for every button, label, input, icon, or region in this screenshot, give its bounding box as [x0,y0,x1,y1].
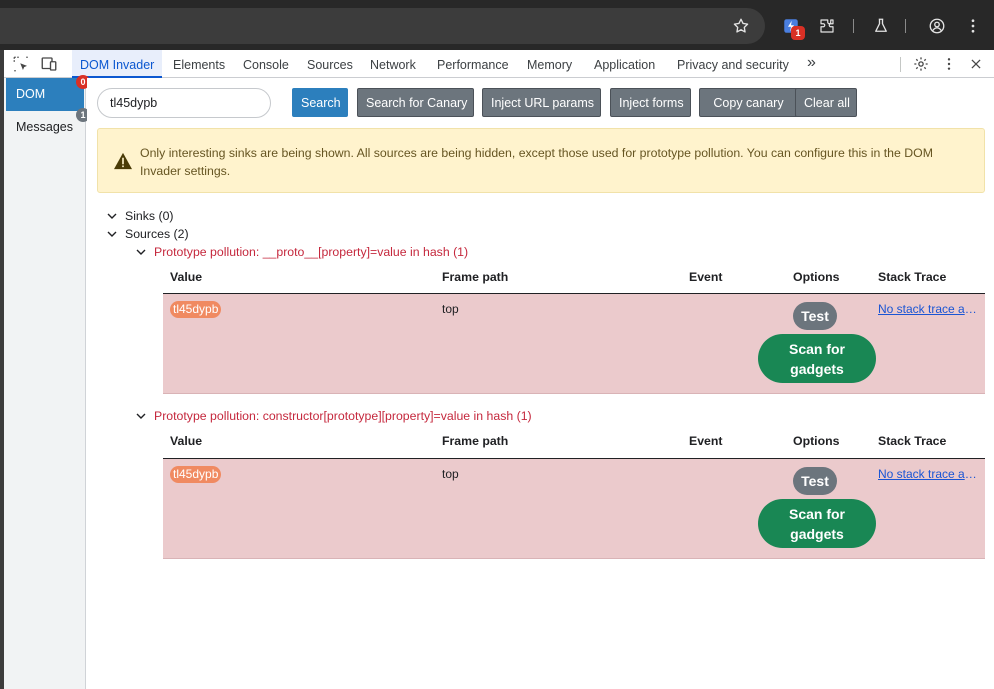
clear-all-button[interactable]: Clear all [795,88,857,117]
tab-console[interactable]: Console [243,50,289,78]
canary-value-badge: tl45dypb [170,466,222,483]
column-header-frame-path: Frame path [442,270,509,284]
warning-icon [114,152,132,170]
devtools-menu-icon[interactable] [940,55,958,73]
copy-canary-button[interactable]: Copy canary [699,88,798,117]
stack-trace-link[interactable]: No stack trace available [878,467,978,481]
bookmark-star-icon[interactable] [729,14,753,38]
table-row: tl45dypb top Test Scan for gadgets No st… [163,459,985,559]
column-header-options: Options [793,270,840,284]
tab-performance[interactable]: Performance [437,50,509,78]
extension-badge: 1 [791,26,805,40]
column-header-event: Event [689,434,723,448]
device-toolbar-icon[interactable] [40,55,58,73]
column-header-event: Event [689,270,723,284]
tab-elements[interactable]: Elements [173,50,225,78]
scan-gadgets-button[interactable]: Scan for gadgets [758,334,876,383]
column-header-stack-trace: Stack Trace [878,270,947,284]
source-group-2[interactable]: Prototype pollution: constructor[prototy… [136,407,532,425]
sources-tree-item[interactable]: Sources (2) [107,225,189,243]
tab-sources[interactable]: Sources [307,50,353,78]
tab-dom-invader[interactable]: DOM Invader [72,50,163,78]
canary-value-badge: tl45dypb [170,301,222,318]
test-button[interactable]: Test [793,467,837,495]
search-button[interactable]: Search [292,88,348,117]
sidebar-item-dom[interactable]: DOM 0 [6,75,90,111]
sinks-tree-item[interactable]: Sinks (0) [107,207,174,225]
chevron-down-icon [136,413,146,419]
close-devtools-icon[interactable] [967,55,985,73]
address-bar[interactable] [0,8,765,44]
tab-privacy-security[interactable]: Privacy and security [677,50,789,78]
devtools-tab-bar: DOM Invader Elements Console Sources Net… [0,50,994,78]
toolbar-separator [905,19,906,33]
alert-message: Only interesting sinks are being shown. … [140,146,933,178]
tab-memory[interactable]: Memory [527,50,572,78]
search-canary-button[interactable]: Search for Canary [357,88,474,117]
sidebar-item-messages[interactable]: Messages 1 [6,108,90,144]
burp-extension-icon[interactable]: 1 [779,14,805,40]
settings-gear-icon[interactable] [912,55,930,73]
column-header-value: Value [170,434,203,448]
window-edge [0,50,4,78]
sinks-label: Sinks (0) [125,209,174,223]
sidebar-item-label: DOM [16,87,46,101]
tab-bar-separator [900,57,901,72]
source-title: Prototype pollution: __proto__[property]… [154,245,469,259]
toolbar-separator [853,19,854,33]
test-button[interactable]: Test [793,302,837,330]
frame-path-cell: top [442,302,459,316]
search-input[interactable] [97,88,271,118]
table-row: tl45dypb top Test Scan for gadgets No st… [163,294,985,394]
info-alert: Only interesting sinks are being shown. … [97,128,985,193]
inject-forms-button[interactable]: Inject forms [610,88,691,117]
source-group-1[interactable]: Prototype pollution: __proto__[property]… [136,243,468,261]
tab-application[interactable]: Application [594,50,655,78]
labs-flask-icon[interactable] [869,14,893,38]
sidebar-item-label: Messages [16,120,73,134]
source-title: Prototype pollution: constructor[prototy… [154,409,532,423]
chevron-down-icon [107,213,117,219]
dom-invader-sidebar: DOM 0 Messages 1 [4,75,90,689]
more-tabs-icon[interactable]: » [807,50,816,78]
column-header-value: Value [170,270,203,284]
profile-avatar-icon[interactable] [925,14,949,38]
sources-label: Sources (2) [125,227,189,241]
column-header-options: Options [793,434,840,448]
browser-menu-icon[interactable] [961,14,985,38]
stack-trace-link[interactable]: No stack trace available [878,302,978,316]
chevron-down-icon [107,231,117,237]
tab-network[interactable]: Network [370,50,416,78]
extensions-puzzle-icon[interactable] [815,14,839,38]
browser-toolbar: 1 [0,0,994,50]
column-header-stack-trace: Stack Trace [878,434,947,448]
inspect-element-icon[interactable] [12,55,30,73]
inject-url-params-button[interactable]: Inject URL params [482,88,601,117]
dom-invader-main: Search Search for Canary Inject URL para… [87,78,994,689]
scan-gadgets-button[interactable]: Scan for gadgets [758,499,876,548]
frame-path-cell: top [442,467,459,481]
column-header-frame-path: Frame path [442,434,509,448]
chevron-down-icon [136,249,146,255]
